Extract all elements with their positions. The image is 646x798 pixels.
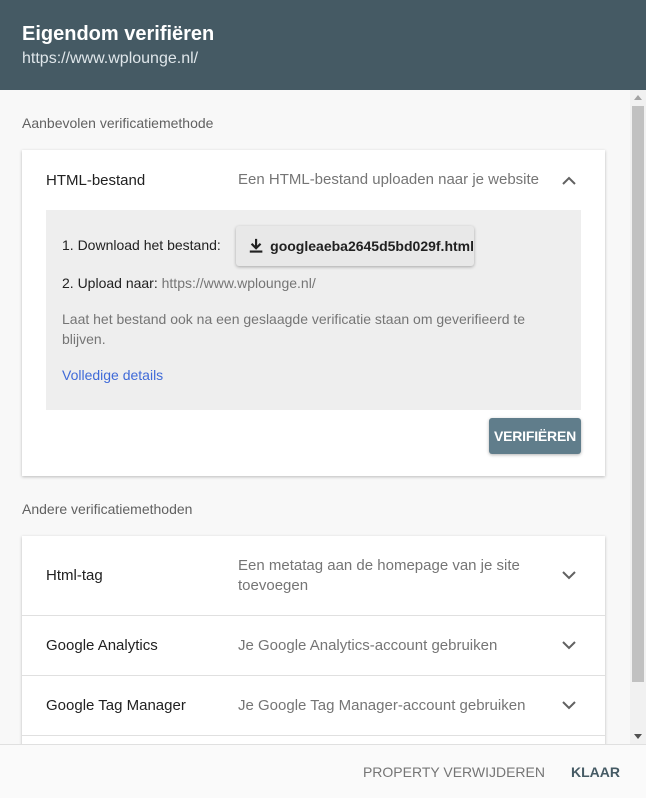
method-description: Een metatag aan de homepage van je site … [238,556,520,594]
chevron-down-icon[interactable] [557,571,581,580]
scrollbar-thumb[interactable] [632,106,644,682]
dialog-title: Eigendom verifiëren [22,23,215,45]
remove-property-button[interactable]: PROPERTY VERWIJDEREN [363,764,545,780]
upload-url: https://www.wplounge.nl/ [161,275,316,291]
other-methods-card: Html-tag Een metatag aan de homepage van… [22,536,605,744]
full-details-link[interactable]: Volledige details [62,367,163,383]
method-description: Een HTML-bestand uploaden naar je websit… [238,171,540,188]
other-methods-section-label: Andere verificatiemethoden [22,501,193,517]
recommended-method-card: HTML-bestand Een HTML-bestand uploaden n… [22,150,605,476]
scroll-up-arrow[interactable] [634,95,642,100]
method-name: HTML-bestand [46,171,146,189]
method-description: Je Google Analytics-account gebruiken [238,636,498,654]
step-1-label: 1. Download het bestand: [62,237,221,253]
method-description: Je Google Tag Manager-account gebruiken [238,696,526,714]
method-name: Google Tag Manager [46,697,186,714]
method-row-google-tag-manager[interactable]: Google Tag Manager Je Google Tag Manager… [22,675,605,735]
dialog-header: Eigendom verifiëren https://www.wplounge… [0,0,646,90]
chevron-down-icon[interactable] [557,701,581,710]
verification-note: Laat het bestand ook na een geslaagde ve… [62,311,526,347]
dialog-footer: PROPERTY VERWIJDEREN KLAAR [0,744,646,798]
chevron-up-icon[interactable] [557,176,581,185]
download-file-button[interactable]: googleaeba2645d5bd029f.html [236,226,474,266]
scrollbar[interactable] [630,90,646,744]
instructions-panel: 1. Download het bestand: googleaeba2645d… [46,210,581,410]
method-name: Html-tag [46,567,103,584]
recommended-section-label: Aanbevolen verificatiemethode [22,115,214,131]
scroll-down-arrow[interactable] [634,734,642,739]
chevron-down-icon[interactable] [557,641,581,650]
method-row-html-tag[interactable]: Html-tag Een metatag aan de homepage van… [22,536,605,615]
verify-button[interactable]: VERIFIËREN [489,418,581,454]
download-file-name: googleaeba2645d5bd029f.html [270,238,474,254]
dialog-content: Aanbevolen verificatiemethode HTML-besta… [0,90,630,744]
method-row-partial [22,735,605,744]
step-2: 2. Upload naar: https://www.wplounge.nl/ [62,275,316,291]
property-url: https://www.wplounge.nl/ [22,50,199,67]
step-2-label: 2. Upload naar: [62,275,158,291]
method-name: Google Analytics [46,637,158,654]
done-button[interactable]: KLAAR [571,764,620,780]
download-icon [249,238,263,253]
html-file-header[interactable]: HTML-bestand Een HTML-bestand uploaden n… [22,150,605,210]
method-row-google-analytics[interactable]: Google Analytics Je Google Analytics-acc… [22,615,605,675]
